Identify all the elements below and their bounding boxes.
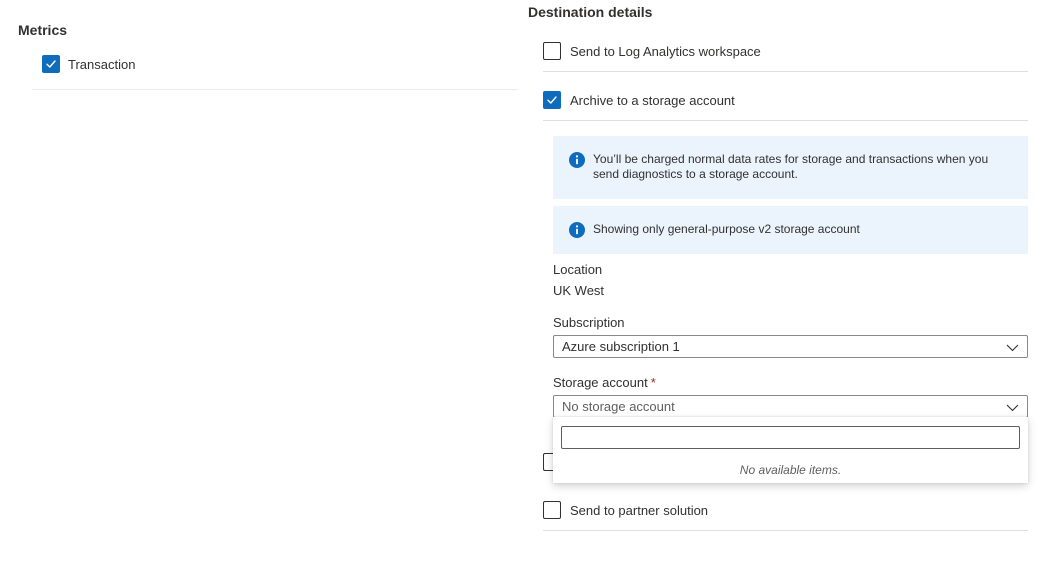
location-value: UK West <box>553 283 605 298</box>
metrics-heading: Metrics <box>18 22 68 38</box>
archive-storage-checkbox[interactable] <box>543 91 561 109</box>
log-analytics-checkbox[interactable] <box>543 42 561 60</box>
diagnostic-settings-form: Metrics Transaction Destination details … <box>0 0 1054 561</box>
partner-solution-checkbox[interactable] <box>543 501 561 519</box>
subscription-selected-value: Azure subscription 1 <box>562 339 680 354</box>
storage-account-label-text: Storage account <box>553 375 648 390</box>
transaction-checkbox[interactable] <box>42 55 60 73</box>
metrics-divider <box>32 89 518 90</box>
option-divider <box>543 71 1028 72</box>
log-analytics-label: Send to Log Analytics workspace <box>570 43 761 59</box>
archive-storage-label: Archive to a storage account <box>570 92 735 108</box>
stream-to-event-hub-checkbox[interactable] <box>543 453 553 471</box>
storage-account-dropdown-panel: No available items. <box>553 417 1028 483</box>
subscription-label: Subscription <box>553 315 625 330</box>
chevron-down-icon <box>1006 404 1019 412</box>
required-indicator: * <box>650 375 656 390</box>
info-icon <box>569 222 585 238</box>
storage-account-selected-value: No storage account <box>562 399 675 414</box>
metric-transaction-checkbox-row[interactable]: Transaction <box>42 55 135 73</box>
gpv2-info-text: Showing only general-purpose v2 storage … <box>593 222 860 236</box>
storage-account-label: Storage account * <box>553 375 656 390</box>
storage-account-search-input[interactable] <box>561 426 1020 449</box>
option-divider <box>543 120 1028 121</box>
partner-solution-label: Send to partner solution <box>570 502 709 518</box>
transaction-label: Transaction <box>68 56 136 72</box>
gpv2-info-banner: Showing only general-purpose v2 storage … <box>553 206 1028 254</box>
archive-storage-option-row[interactable]: Archive to a storage account <box>543 91 1028 109</box>
location-label: Location <box>553 262 603 277</box>
storage-charges-info-text: You’ll be charged normal data rates for … <box>593 152 989 181</box>
destination-details-heading: Destination details <box>528 4 653 20</box>
checkmark-icon <box>547 96 557 104</box>
no-items-message: No available items. <box>739 463 842 477</box>
chevron-down-icon <box>1006 344 1019 352</box>
log-analytics-option-row[interactable]: Send to Log Analytics workspace <box>543 42 1028 60</box>
storage-charges-info-banner: You’ll be charged normal data rates for … <box>553 136 1028 199</box>
subscription-dropdown[interactable]: Azure subscription 1 <box>553 335 1028 358</box>
checkmark-icon <box>46 60 56 68</box>
option-divider <box>543 530 1028 531</box>
info-icon <box>569 152 585 168</box>
storage-account-dropdown[interactable]: No storage account <box>553 395 1028 418</box>
partner-solution-option-row[interactable]: Send to partner solution <box>543 501 1028 519</box>
